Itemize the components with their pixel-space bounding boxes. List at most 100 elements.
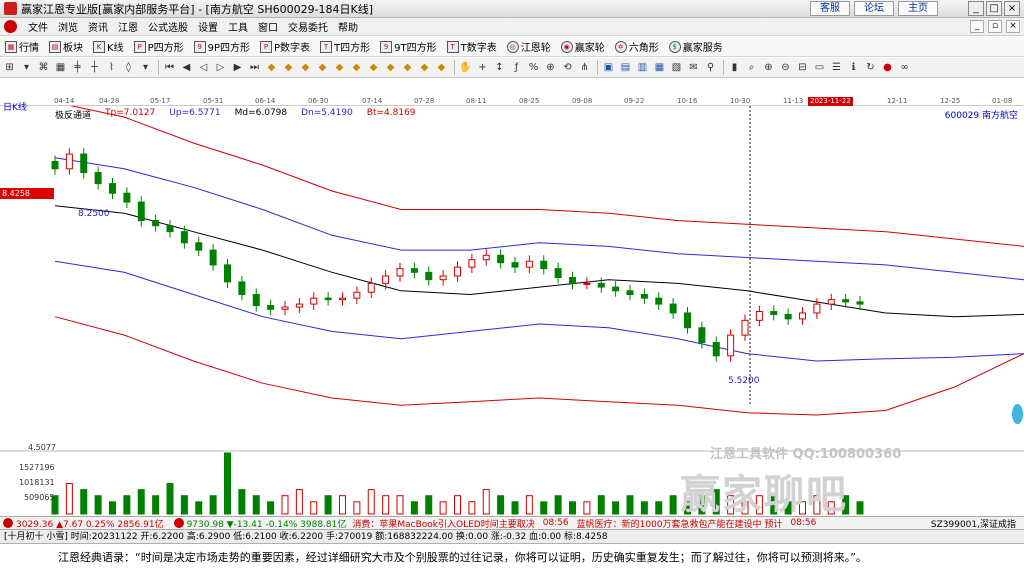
menu-browse[interactable]: 浏览: [53, 19, 83, 34]
ruler-icon[interactable]: ⊕: [543, 60, 558, 75]
toolbar-winner-wheel[interactable]: ◉ 赢家轮: [556, 39, 610, 54]
minimize-icon[interactable]: _: [968, 1, 984, 16]
toolbar-p-square[interactable]: P P四方形: [129, 39, 189, 54]
index-selector[interactable]: SZ399001,深证成指: [931, 517, 1016, 530]
gann-quote: 江恩经典语录：“时间是决定市场走势的重要因素，经过详细研究大市及个别股票的过往记…: [0, 545, 1024, 578]
info-icon[interactable]: ℹ: [846, 60, 861, 75]
mail-icon[interactable]: ✉: [686, 60, 701, 75]
percent-icon[interactable]: %: [526, 60, 541, 75]
weight-icon[interactable]: ▾: [138, 60, 153, 75]
diamond-9-icon[interactable]: ◆: [400, 60, 415, 75]
forum-link[interactable]: 论坛: [854, 1, 894, 16]
sh-index[interactable]: 3029.36 ▲7.67 0.25% 2856.91亿: [16, 517, 164, 530]
last-icon[interactable]: ⏭: [247, 60, 262, 75]
vol-chart-icon[interactable]: ▮: [727, 60, 742, 75]
toolbar-9p-square[interactable]: 9 9P四方形: [189, 39, 255, 54]
grid-toggle-icon[interactable]: ▦: [53, 60, 68, 75]
menu-logo-icon: [4, 20, 17, 33]
color-icon[interactable]: ●: [880, 60, 895, 75]
app-window: 赢家江恩专业版[赢家内部服务平台] - [南方航空 SH600029-184日K…: [0, 0, 1024, 578]
toolbar-t-square[interactable]: T T四方形: [315, 39, 375, 54]
step-forward-icon[interactable]: ▷: [213, 60, 228, 75]
child-minimize-icon[interactable]: _: [970, 20, 984, 33]
next-page-icon[interactable]: ▶: [230, 60, 245, 75]
toolbar-p-table[interactable]: P P数字表: [255, 39, 315, 54]
step-back-icon[interactable]: ◁: [196, 60, 211, 75]
save-icon[interactable]: ▣: [601, 60, 616, 75]
copy-icon[interactable]: ▥: [635, 60, 650, 75]
toolbar-t-table[interactable]: T T数字表: [442, 39, 502, 54]
chart-scroll-handle[interactable]: [1012, 404, 1023, 424]
layout-icon[interactable]: ⊞: [2, 60, 17, 75]
menu-tools[interactable]: 工具: [223, 19, 253, 34]
split-icon[interactable]: ⊟: [795, 60, 810, 75]
indicator-icon[interactable]: ⌘: [36, 60, 51, 75]
child-restore-icon[interactable]: ▫: [988, 20, 1002, 33]
dash-line-icon[interactable]: ↕: [492, 60, 507, 75]
menu-file[interactable]: 文件: [23, 19, 53, 34]
diamond-2-icon[interactable]: ◆: [281, 60, 296, 75]
bar-style-icon[interactable]: ╪: [70, 60, 85, 75]
news-ticker-2[interactable]: 蓝帆医疗：新的1000万套急救包产能在建设中 预计: [577, 517, 783, 530]
calc-icon[interactable]: ▦: [652, 60, 667, 75]
prev-page-icon[interactable]: ◀: [179, 60, 194, 75]
toolbar-kline[interactable]: K K线: [88, 39, 129, 54]
toolbar-9t-square[interactable]: 9 9T四方形: [375, 39, 441, 54]
menu-help[interactable]: 帮助: [333, 19, 363, 34]
menu-gann[interactable]: 江恩: [113, 19, 143, 34]
candle-body: [569, 276, 576, 284]
list-icon[interactable]: ☰: [829, 60, 844, 75]
cycle-icon[interactable]: ⟲: [560, 60, 575, 75]
diamond-11-icon[interactable]: ◆: [434, 60, 449, 75]
child-close-icon[interactable]: ×: [1006, 20, 1020, 33]
diamond-8-icon[interactable]: ◆: [383, 60, 398, 75]
toolbar-label: 赢家轮: [574, 43, 605, 54]
search-icon[interactable]: ⌕: [744, 60, 759, 75]
toolbar-gann-wheel[interactable]: ◎ 江恩轮: [502, 39, 556, 54]
gann-fan-icon[interactable]: ⋔: [577, 60, 592, 75]
toolbar-winner-service[interactable]: $ 赢家服务: [664, 39, 728, 54]
print-icon[interactable]: ▤: [618, 60, 633, 75]
menu-formula[interactable]: 公式选股: [143, 19, 193, 34]
window-icon[interactable]: ▭: [812, 60, 827, 75]
volume-bar: [166, 483, 174, 515]
sz-index[interactable]: 9730.98 ▼-13.41 -0.14% 3988.81亿: [187, 517, 347, 530]
chart-type-icon[interactable]: ▾: [19, 60, 34, 75]
zoom-in-icon[interactable]: ⊕: [761, 60, 776, 75]
signal-icon[interactable]: ⚲: [703, 60, 718, 75]
toolbar-quotes[interactable]: ▦ 行情: [0, 39, 44, 54]
diamond-5-icon[interactable]: ◆: [332, 60, 347, 75]
menu-trade[interactable]: 交易委托: [283, 19, 333, 34]
menu-info[interactable]: 资讯: [83, 19, 113, 34]
crosshair-icon[interactable]: +: [475, 60, 490, 75]
window-title: 赢家江恩专业版[赢家内部服务平台] - [南方航空 SH600029-184日K…: [21, 2, 374, 16]
menu-window[interactable]: 窗口: [253, 19, 283, 34]
candle-style-icon[interactable]: ┼: [87, 60, 102, 75]
hand-icon[interactable]: ✋: [458, 60, 473, 75]
close-icon[interactable]: ×: [1004, 1, 1020, 16]
line-style-icon[interactable]: ⌇: [104, 60, 119, 75]
diamond-10-icon[interactable]: ◆: [417, 60, 432, 75]
infinity-icon[interactable]: ∞: [897, 60, 912, 75]
customer-service-link[interactable]: 客服: [810, 1, 850, 16]
diamond-7-icon[interactable]: ◆: [366, 60, 381, 75]
diamond-1-icon[interactable]: ◆: [264, 60, 279, 75]
high-annotation: 8.2500: [78, 209, 110, 219]
homepage-link[interactable]: 主页: [898, 1, 938, 16]
fib-icon[interactable]: ƒ: [509, 60, 524, 75]
diamond-4-icon[interactable]: ◆: [315, 60, 330, 75]
maximize-icon[interactable]: □: [986, 1, 1002, 16]
diamond-3-icon[interactable]: ◆: [298, 60, 313, 75]
first-icon[interactable]: ⏮: [162, 60, 177, 75]
note-icon[interactable]: ▧: [669, 60, 684, 75]
volume-bar: [382, 495, 390, 515]
menu-settings[interactable]: 设置: [193, 19, 223, 34]
diamond-6-icon[interactable]: ◆: [349, 60, 364, 75]
scale-icon[interactable]: ◊: [121, 60, 136, 75]
news-ticker-1[interactable]: 消费：苹果MacBook引入OLED时间主要取决: [352, 517, 534, 530]
zoom-out-icon[interactable]: ⊖: [778, 60, 793, 75]
toolbar-sectors[interactable]: ▤ 板块: [44, 39, 88, 54]
refresh-icon[interactable]: ↻: [863, 60, 878, 75]
function-toolbar: ▦ 行情 ▤ 板块 K K线 P P四方形 9 9P四方形 P P数字表 T T四方形 9 9T…: [0, 37, 1024, 57]
toolbar-hexagon[interactable]: ✡ 六角形: [610, 39, 664, 54]
